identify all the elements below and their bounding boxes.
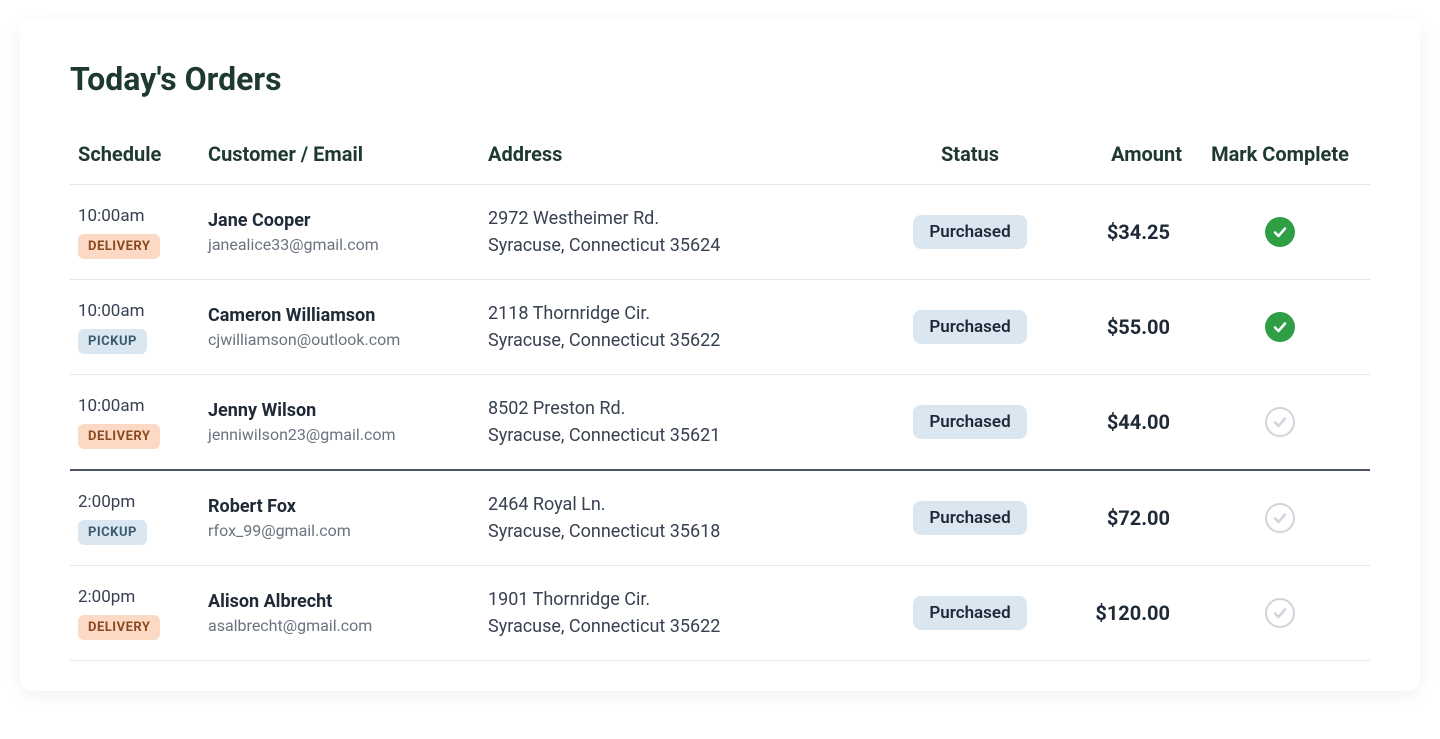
check-icon [1272,319,1288,335]
address-line-1: 1901 Thornridge Cir. [488,586,882,613]
mark-complete-button[interactable] [1265,217,1295,247]
cell-address: 2464 Royal Ln.Syracuse, Connecticut 3561… [480,470,890,566]
col-header-status: Status [890,130,1050,185]
page-title: Today's Orders [70,60,1370,98]
cell-schedule: 10:00am DELIVERY [70,375,200,471]
cell-customer: Alison Albrecht asalbrecht@gmail.com [200,566,480,661]
cell-customer: Jenny Wilson jenniwilson23@gmail.com [200,375,480,471]
status-badge: Purchased [913,215,1026,249]
cell-status: Purchased [890,185,1050,280]
customer-email: janealice33@gmail.com [208,235,472,254]
col-header-address: Address [480,130,890,185]
customer-name: Jenny Wilson [208,400,472,421]
cell-complete [1190,566,1370,661]
cell-complete [1190,470,1370,566]
address-line-1: 2118 Thornridge Cir. [488,300,882,327]
delivery-tag: DELIVERY [78,424,160,449]
cell-customer: Cameron Williamson cjwilliamson@outlook.c… [200,280,480,375]
table-row: 10:00am PICKUP Cameron Williamson cjwilliam… [70,280,1370,375]
address-line-2: Syracuse, Connecticut 35621 [488,422,882,449]
customer-email: asalbrecht@gmail.com [208,616,472,635]
address-line-1: 8502 Preston Rd. [488,395,882,422]
orders-table: Schedule Customer / Email Address Status… [70,130,1370,661]
cell-customer: Jane Cooper janealice33@gmail.com [200,185,480,280]
mark-complete-button[interactable] [1265,503,1295,533]
cell-address: 1901 Thornridge Cir.Syracuse, Connecticu… [480,566,890,661]
col-header-amount: Amount [1050,130,1190,185]
cell-complete [1190,375,1370,471]
cell-status: Purchased [890,470,1050,566]
address-line-2: Syracuse, Connecticut 35624 [488,232,882,259]
cell-schedule: 10:00am PICKUP [70,280,200,375]
table-header-row: Schedule Customer / Email Address Status… [70,130,1370,185]
cell-status: Purchased [890,375,1050,471]
status-badge: Purchased [913,501,1026,535]
table-row: 10:00am DELIVERY Jane Cooper janealice33@gm… [70,185,1370,280]
cell-address: 8502 Preston Rd.Syracuse, Connecticut 35… [480,375,890,471]
cell-address: 2972 Westheimer Rd.Syracuse, Connecticut… [480,185,890,280]
check-icon [1272,510,1288,526]
customer-email: cjwilliamson@outlook.com [208,330,472,349]
mark-complete-button[interactable] [1265,598,1295,628]
cell-schedule: 2:00pm PICKUP [70,470,200,566]
schedule-time: 2:00pm [78,587,192,607]
check-icon [1272,414,1288,430]
cell-complete [1190,185,1370,280]
address-line-2: Syracuse, Connecticut 35622 [488,327,882,354]
check-icon [1272,224,1288,240]
cell-status: Purchased [890,280,1050,375]
mark-complete-button[interactable] [1265,312,1295,342]
col-header-schedule: Schedule [70,130,200,185]
table-row: 2:00pm PICKUP Robert Fox rfox_99@gmail.com 2… [70,470,1370,566]
status-badge: Purchased [913,596,1026,630]
customer-name: Alison Albrecht [208,591,472,612]
address-line-2: Syracuse, Connecticut 35622 [488,613,882,640]
pickup-tag: PICKUP [78,520,147,545]
mark-complete-button[interactable] [1265,407,1295,437]
cell-amount: $34.25 [1050,185,1190,280]
customer-name: Cameron Williamson [208,305,472,326]
cell-schedule: 2:00pm DELIVERY [70,566,200,661]
cell-amount: $55.00 [1050,280,1190,375]
cell-amount: $72.00 [1050,470,1190,566]
customer-name: Robert Fox [208,496,472,517]
cell-complete [1190,280,1370,375]
cell-address: 2118 Thornridge Cir.Syracuse, Connecticu… [480,280,890,375]
schedule-time: 2:00pm [78,492,192,512]
col-header-complete: Mark Complete [1190,130,1370,185]
cell-amount: $120.00 [1050,566,1190,661]
address-line-1: 2972 Westheimer Rd. [488,205,882,232]
orders-card: Today's Orders Schedule Customer / Email… [20,20,1420,691]
schedule-time: 10:00am [78,396,192,416]
status-badge: Purchased [913,405,1026,439]
cell-schedule: 10:00am DELIVERY [70,185,200,280]
delivery-tag: DELIVERY [78,615,160,640]
cell-customer: Robert Fox rfox_99@gmail.com [200,470,480,566]
table-row: 10:00am DELIVERY Jenny Wilson jenniwilson23… [70,375,1370,471]
customer-email: jenniwilson23@gmail.com [208,425,472,444]
cell-amount: $44.00 [1050,375,1190,471]
schedule-time: 10:00am [78,206,192,226]
customer-name: Jane Cooper [208,210,472,231]
address-line-2: Syracuse, Connecticut 35618 [488,518,882,545]
pickup-tag: PICKUP [78,329,147,354]
customer-email: rfox_99@gmail.com [208,521,472,540]
status-badge: Purchased [913,310,1026,344]
col-header-customer: Customer / Email [200,130,480,185]
schedule-time: 10:00am [78,301,192,321]
cell-status: Purchased [890,566,1050,661]
table-row: 2:00pm DELIVERY Alison Albrecht asalbrecht@… [70,566,1370,661]
delivery-tag: DELIVERY [78,234,160,259]
address-line-1: 2464 Royal Ln. [488,491,882,518]
check-icon [1272,605,1288,621]
